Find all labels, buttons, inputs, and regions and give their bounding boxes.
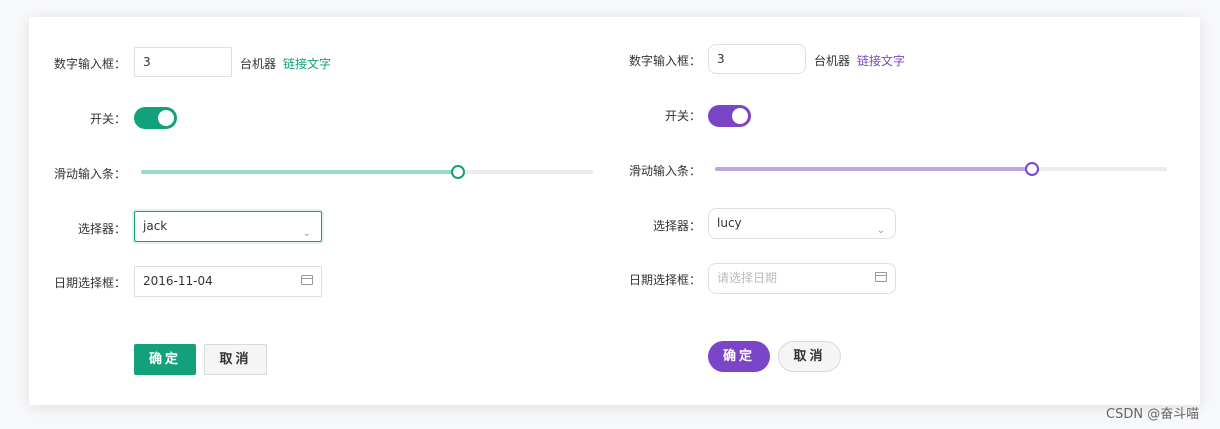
- select-input[interactable]: lucy ⌄: [708, 208, 896, 239]
- date-picker[interactable]: 2016-11-04: [134, 266, 322, 297]
- switch-knob: [732, 108, 748, 124]
- slider-label: 滑动输入条：: [628, 164, 701, 178]
- confirm-button[interactable]: 确定: [134, 344, 196, 375]
- cancel-button[interactable]: 取消: [204, 344, 267, 375]
- watermark: CSDN @奋斗喵: [1106, 407, 1200, 422]
- toggle-switch[interactable]: [134, 107, 177, 129]
- number-input-value: 3: [717, 52, 725, 66]
- select-value: lucy: [717, 216, 742, 230]
- form-card: 数字输入框： 3 台机器 链接文字 开关： 滑动输入条： 选择器： jack ⌄…: [29, 17, 1200, 405]
- number-input-value: 3: [143, 55, 151, 69]
- chevron-down-icon: ⌄: [876, 225, 885, 236]
- calendar-icon: [301, 275, 313, 285]
- switch-knob: [158, 110, 174, 126]
- number-input-label: 数字输入框：: [53, 57, 126, 71]
- select-label: 选择器：: [77, 222, 126, 236]
- number-suffix: 台机器: [814, 54, 851, 68]
- date-placeholder: 请选择日期: [717, 271, 778, 285]
- chevron-down-icon: ⌄: [302, 228, 311, 239]
- slider-fill: [715, 167, 1031, 171]
- green-theme-form: 数字输入框： 3 台机器 链接文字 开关： 滑动输入条： 选择器： jack ⌄…: [29, 17, 619, 405]
- switch-label: 开关：: [89, 112, 126, 126]
- date-value: 2016-11-04: [143, 274, 213, 288]
- slider-fill: [141, 170, 457, 174]
- confirm-button[interactable]: 确定: [708, 341, 770, 372]
- number-suffix: 台机器: [240, 57, 277, 71]
- link-text[interactable]: 链接文字: [283, 55, 331, 72]
- link-text[interactable]: 链接文字: [857, 52, 905, 69]
- number-input-label: 数字输入框：: [628, 54, 701, 68]
- select-value: jack: [143, 219, 168, 233]
- switch-label: 开关：: [664, 109, 701, 123]
- calendar-icon: [875, 272, 887, 282]
- date-label: 日期选择框：: [628, 273, 701, 287]
- cancel-button[interactable]: 取消: [778, 341, 841, 372]
- date-label: 日期选择框：: [53, 276, 126, 290]
- number-input[interactable]: 3: [708, 44, 806, 74]
- select-label: 选择器：: [652, 219, 701, 233]
- slider-handle[interactable]: [451, 165, 465, 179]
- toggle-switch[interactable]: [708, 105, 751, 127]
- slider-label: 滑动输入条：: [53, 167, 126, 181]
- slider-handle[interactable]: [1025, 162, 1039, 176]
- number-input[interactable]: 3: [134, 47, 232, 77]
- purple-theme-form: 数字输入框： 3 台机器 链接文字 开关： 滑动输入条： 选择器： lucy ⌄…: [619, 17, 1200, 405]
- select-input[interactable]: jack ⌄: [134, 211, 322, 242]
- date-picker[interactable]: 请选择日期: [708, 263, 896, 294]
